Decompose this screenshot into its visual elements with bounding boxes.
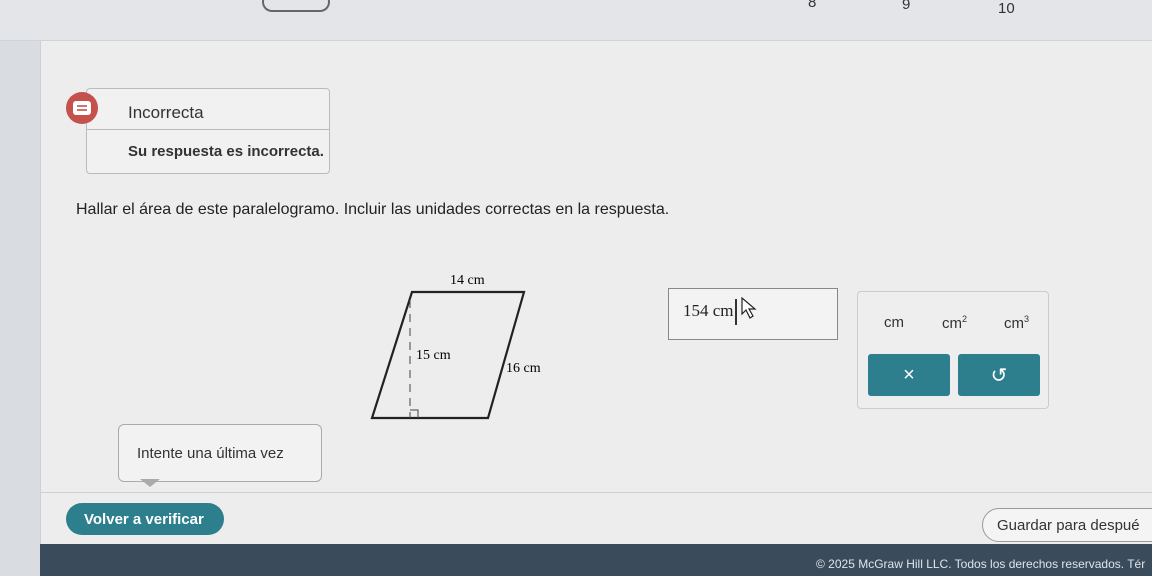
left-sidebar	[0, 0, 41, 576]
hint-text: Intente una última vez	[137, 445, 284, 462]
hint-bubble: Intente una última vez	[118, 424, 322, 482]
hint-bubble-tail	[140, 479, 160, 487]
close-icon: ×	[903, 363, 915, 386]
save-for-later-button[interactable]: Guardar para despué	[982, 508, 1152, 542]
right-angle-mark	[410, 409, 419, 418]
clear-button[interactable]: ×	[868, 354, 950, 396]
unit-cm3-button[interactable]: cm3	[1004, 314, 1029, 332]
height-label: 15 cm	[416, 348, 451, 363]
answer-value: 154 cm	[683, 301, 734, 320]
action-divider	[40, 492, 1152, 493]
question-text: Hallar el área de este paralelogramo. In…	[76, 201, 670, 218]
undo-button[interactable]: ↺	[958, 354, 1040, 396]
copyright-text: © 2025 McGraw Hill LLC. Todos los derech…	[816, 557, 1146, 571]
undo-icon: ↺	[990, 364, 1008, 387]
feedback-box	[86, 88, 330, 174]
feedback-message: Su respuesta es incorrecta.	[128, 143, 324, 160]
footer-bar: © 2025 McGraw Hill LLC. Todos los derech…	[40, 544, 1152, 576]
progress-step-10[interactable]: 10	[998, 0, 1015, 17]
progress-bar: 8 9 10	[0, 0, 1152, 41]
message-icon	[66, 92, 98, 124]
unit-cm-button[interactable]: cm	[884, 314, 904, 331]
top-side-label: 14 cm	[450, 273, 485, 288]
text-cursor-icon	[735, 299, 737, 325]
units-palette: cm cm2 cm3 × ↺	[857, 291, 1049, 409]
progress-step-9[interactable]: 9	[902, 0, 910, 13]
pointer-icon	[741, 296, 759, 324]
progress-current-pill	[262, 0, 330, 12]
parallelogram-figure: 14 cm 15 cm 16 cm	[360, 262, 560, 427]
feedback-divider	[87, 129, 329, 130]
feedback-title: Incorrecta	[128, 103, 204, 122]
answer-input[interactable]: 154 cm	[668, 288, 838, 340]
unit-cm2-button[interactable]: cm2	[942, 314, 967, 332]
slant-side-label: 16 cm	[506, 361, 541, 376]
verify-button[interactable]: Volver a verificar	[66, 503, 224, 535]
progress-step-8[interactable]: 8	[808, 0, 816, 11]
